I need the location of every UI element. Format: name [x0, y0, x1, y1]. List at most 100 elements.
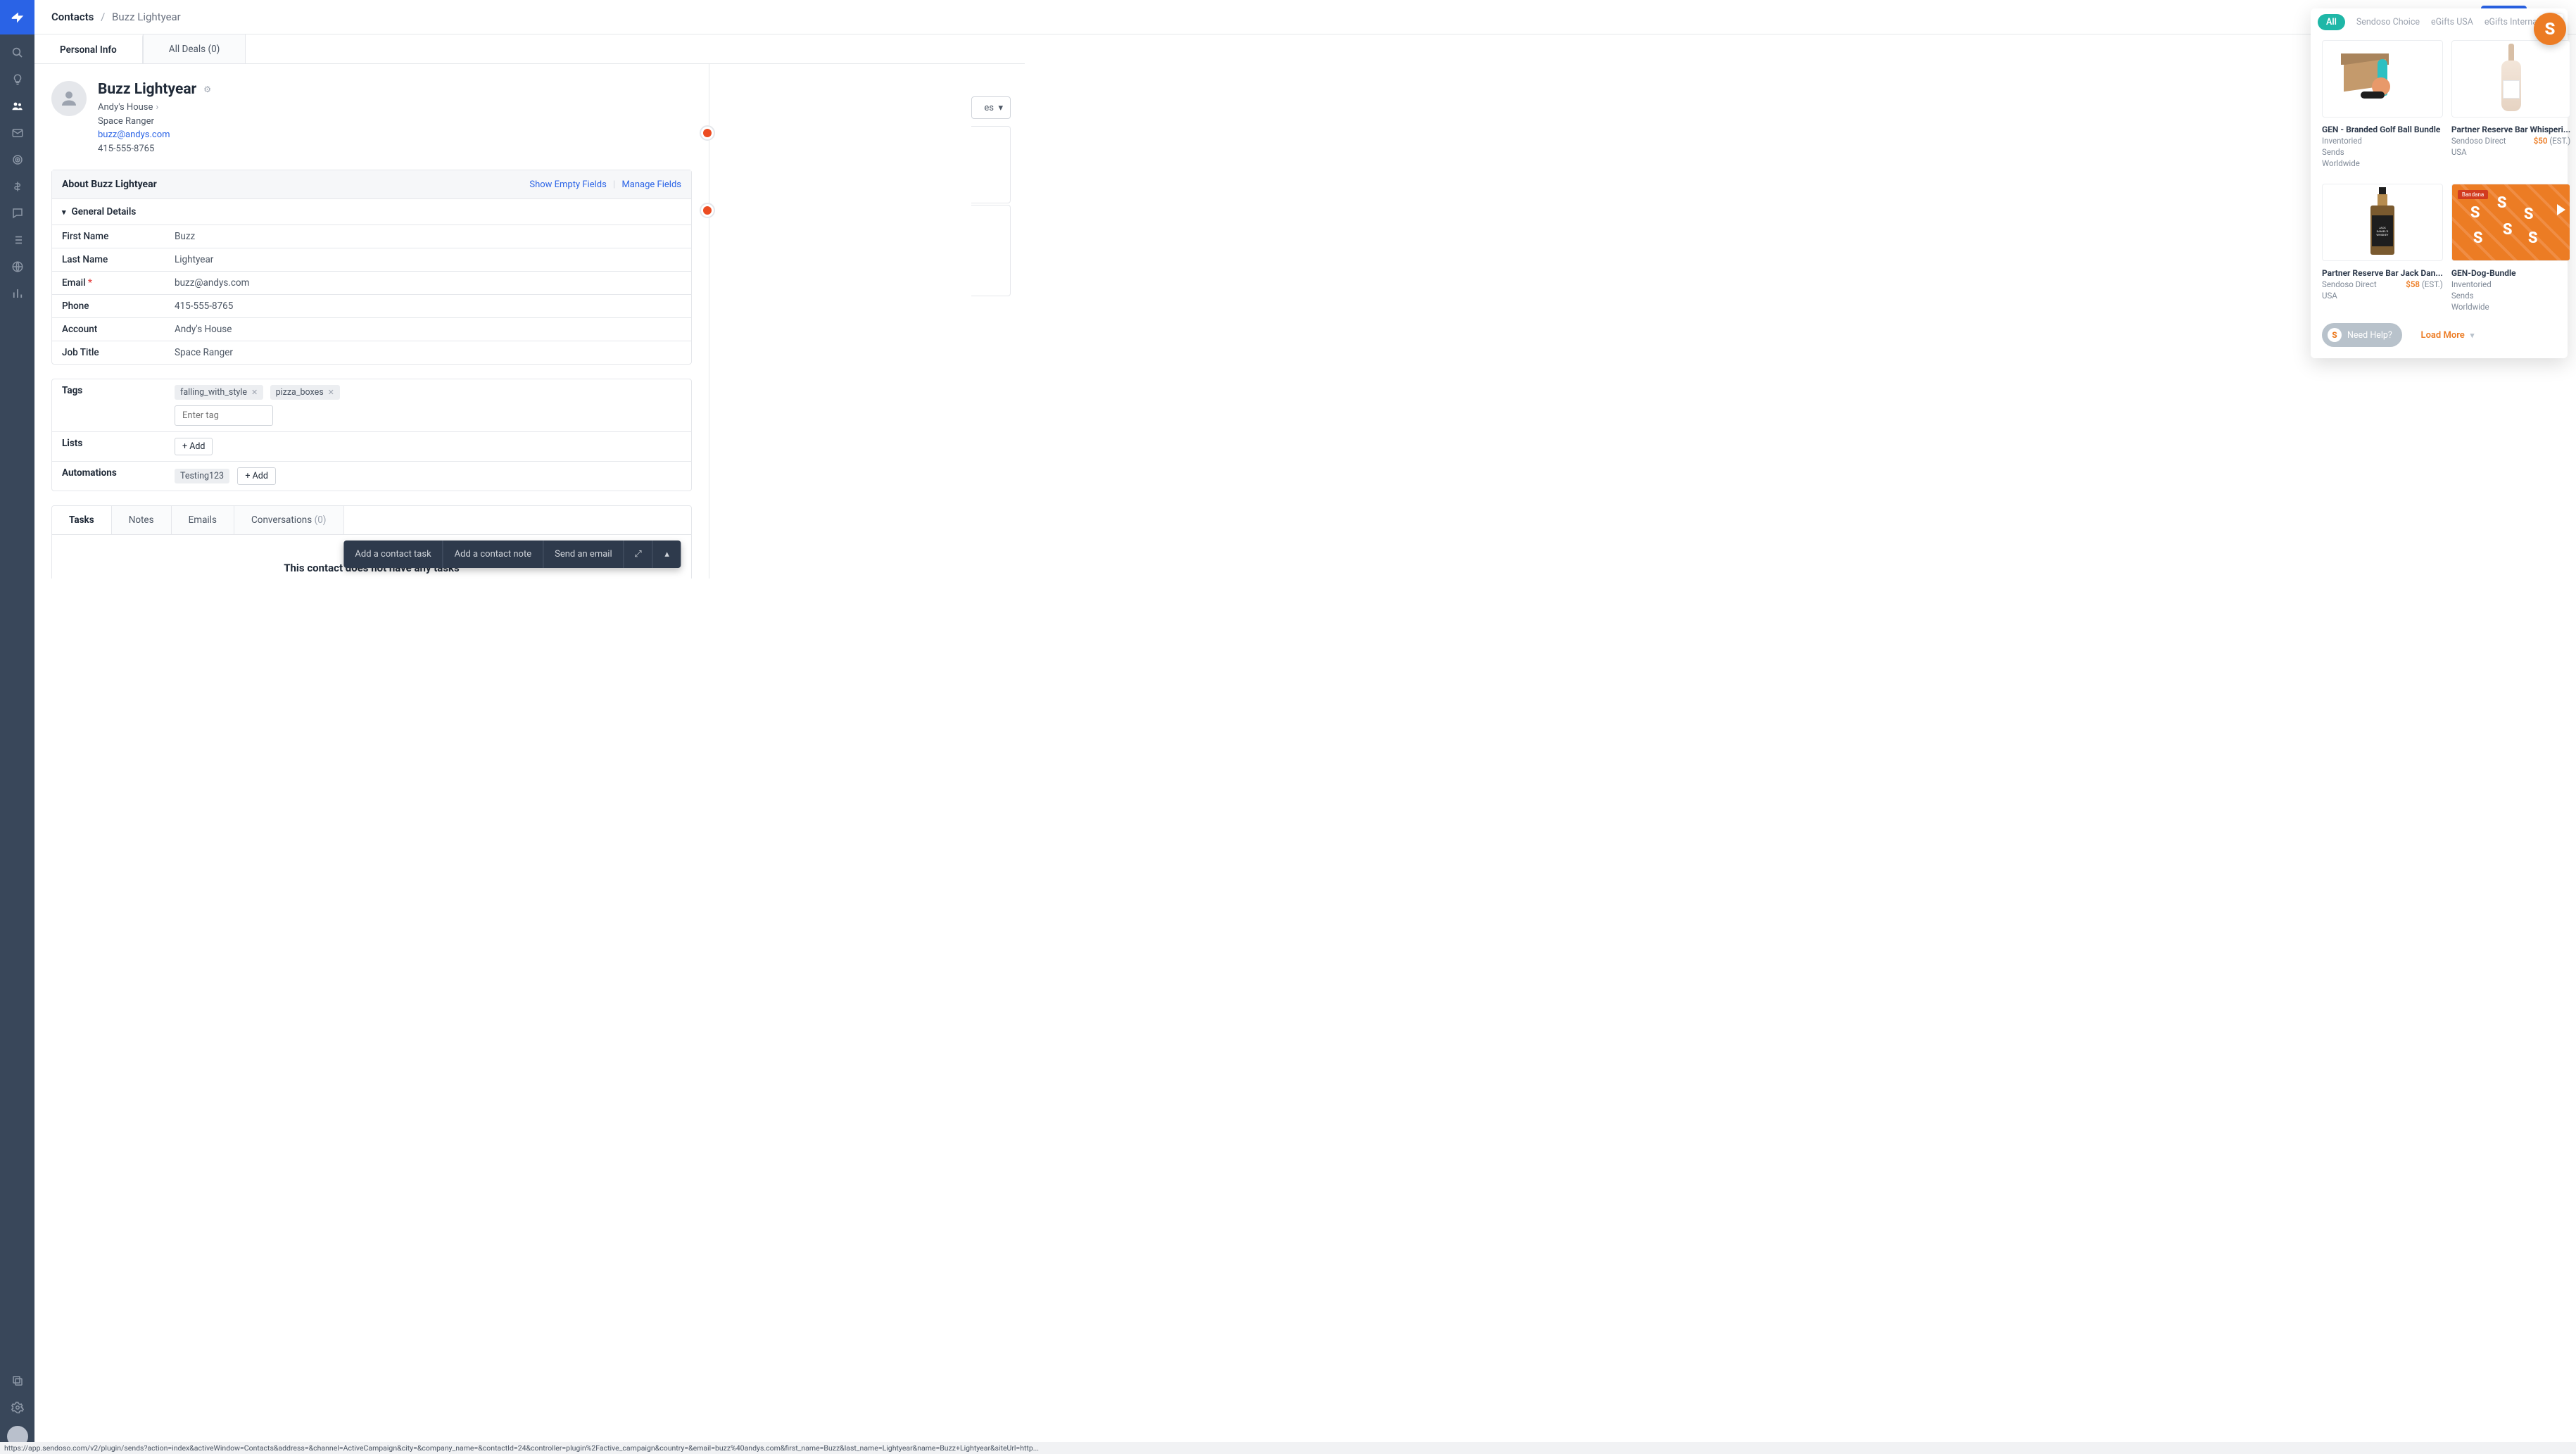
product-source: Sendoso Direct	[2451, 136, 2506, 146]
email-value[interactable]: buzz@andys.com	[165, 272, 691, 294]
product-card[interactable]: GEN - Branded Golf Ball Bundle Inventori…	[2322, 40, 2443, 168]
product-meta: Worldwide	[2322, 158, 2443, 168]
breadcrumb: Contacts / Buzz Lightyear	[51, 11, 181, 23]
contact-avatar[interactable]	[51, 81, 87, 116]
account-value[interactable]: Andy's House	[165, 318, 691, 341]
product-image: BandanaSSSSSS	[2451, 184, 2570, 261]
automations-label: Automations	[52, 462, 165, 491]
product-title: GEN-Dog-Bundle	[2451, 268, 2570, 278]
add-automation-button[interactable]: + Add	[237, 467, 275, 485]
tab-all-deals[interactable]: All Deals (0)	[143, 34, 246, 63]
tag-input[interactable]	[175, 405, 273, 426]
tab-notes[interactable]: Notes	[112, 506, 172, 534]
add-note-button[interactable]: Add a contact note	[443, 540, 543, 568]
first-name-label: First Name	[52, 225, 165, 248]
chevron-right-icon: ›	[156, 102, 158, 113]
record-tabs: Personal Info All Deals (0)	[34, 34, 1025, 64]
globe-icon[interactable]	[9, 258, 26, 275]
link-divider: |	[613, 179, 615, 190]
timeline-marker-icon[interactable]	[700, 125, 715, 141]
chevron-down-icon: ▾	[62, 208, 66, 217]
about-card: About Buzz Lightyear Show Empty Fields |…	[51, 170, 692, 365]
contacts-icon[interactable]	[9, 98, 26, 115]
product-price: $58	[2406, 279, 2420, 289]
copy-icon[interactable]	[9, 1372, 26, 1389]
product-title: Partner Reserve Bar Whisperi...	[2451, 125, 2570, 134]
side-panel-box	[971, 205, 1011, 296]
tag-chip[interactable]: pizza_boxes✕	[270, 385, 340, 400]
dock-expand-icon[interactable]: ⤢	[624, 540, 652, 568]
actions-dock: Add a contact task Add a contact note Se…	[343, 540, 681, 568]
general-details-toggle[interactable]: ▾ General Details	[52, 199, 691, 225]
first-name-value[interactable]: Buzz	[165, 225, 691, 248]
tab-tasks[interactable]: Tasks	[52, 506, 112, 534]
chevron-down-icon: ▾	[2470, 331, 2475, 340]
product-meta: Sends	[2451, 291, 2570, 301]
sendoso-tab-choice[interactable]: Sendoso Choice	[2356, 17, 2420, 27]
side-dropdown[interactable]: es ▾	[971, 96, 1011, 119]
breadcrumb-root[interactable]: Contacts	[51, 11, 94, 23]
lightbulb-icon[interactable]	[9, 71, 26, 88]
mail-icon[interactable]	[9, 125, 26, 141]
dock-collapse-icon[interactable]: ▴	[653, 540, 681, 568]
contact-settings-icon[interactable]: ⚙	[203, 84, 211, 94]
add-list-button[interactable]: + Add	[175, 438, 213, 455]
search-icon[interactable]	[9, 44, 26, 61]
contact-side-column: es ▾	[709, 64, 1025, 579]
product-source: Inventoried	[2322, 136, 2362, 146]
product-card[interactable]: JACKDANIEL'SWHISKEY Partner Reserve Bar …	[2322, 184, 2443, 312]
tags-value: falling_with_style✕ pizza_boxes✕	[165, 379, 691, 431]
contact-name: Buzz Lightyear	[98, 81, 196, 98]
sendoso-launcher-icon[interactable]: S	[2534, 13, 2566, 45]
contact-role: Space Ranger	[98, 115, 211, 129]
product-source: Sendoso Direct	[2322, 279, 2377, 289]
contact-email-link[interactable]: buzz@andys.com	[98, 129, 170, 140]
settings-icon[interactable]	[9, 1399, 26, 1416]
product-card[interactable]: BandanaSSSSSS GEN-Dog-Bundle Inventoried…	[2451, 184, 2570, 312]
product-meta: Worldwide	[2451, 302, 2570, 312]
breadcrumb-current: Buzz Lightyear	[112, 11, 181, 23]
manage-fields-link[interactable]: Manage Fields	[621, 179, 681, 190]
contact-org[interactable]: Andy's House	[98, 102, 153, 113]
tab-personal-info[interactable]: Personal Info	[34, 34, 143, 63]
last-name-value[interactable]: Lightyear	[165, 248, 691, 271]
timeline-marker-icon[interactable]	[700, 203, 715, 218]
add-task-button[interactable]: Add a contact task	[343, 540, 442, 568]
phone-label: Phone	[52, 295, 165, 317]
product-image	[2451, 40, 2570, 118]
product-title: GEN - Branded Golf Ball Bundle	[2322, 125, 2443, 134]
job-title-value[interactable]: Space Ranger	[165, 341, 691, 364]
product-title: Partner Reserve Bar Jack Dan...	[2322, 268, 2443, 278]
sendoso-category-tabs: All Sendoso Choice eGifts USA eGifts Int…	[2311, 8, 2568, 40]
chat-icon[interactable]	[9, 205, 26, 222]
tab-conversations[interactable]: Conversations (0)	[234, 506, 344, 534]
last-name-label: Last Name	[52, 248, 165, 271]
target-icon[interactable]	[9, 151, 26, 168]
tab-emails[interactable]: Emails	[172, 506, 234, 534]
product-image: JACKDANIEL'SWHISKEY	[2322, 184, 2443, 261]
lists-label: Lists	[52, 432, 165, 461]
reports-icon[interactable]	[9, 285, 26, 302]
tag-chip[interactable]: falling_with_style✕	[175, 385, 263, 400]
app-logo[interactable]	[0, 0, 34, 34]
sendoso-tab-all[interactable]: All	[2318, 14, 2345, 30]
general-details-label: General Details	[72, 206, 137, 217]
show-empty-fields-link[interactable]: Show Empty Fields	[529, 179, 606, 190]
product-image	[2322, 40, 2443, 118]
sendoso-tab-egifts-usa[interactable]: eGifts USA	[2431, 17, 2473, 27]
remove-tag-icon[interactable]: ✕	[328, 388, 334, 397]
list-icon[interactable]	[9, 232, 26, 248]
topbar: Contacts / Buzz Lightyear	[34, 0, 2576, 34]
account-label: Account	[52, 318, 165, 341]
product-price: $50	[2534, 136, 2548, 146]
deals-icon[interactable]	[9, 178, 26, 195]
phone-value[interactable]: 415-555-8765	[165, 295, 691, 317]
automation-chip[interactable]: Testing123	[175, 469, 229, 483]
product-card[interactable]: Partner Reserve Bar Whisperi... Sendoso …	[2451, 40, 2570, 168]
remove-tag-icon[interactable]: ✕	[251, 388, 258, 397]
job-title-label: Job Title	[52, 341, 165, 364]
breadcrumb-separator: /	[101, 11, 105, 23]
need-help-button[interactable]: S Need Help?	[2322, 323, 2402, 347]
send-email-button[interactable]: Send an email	[543, 540, 624, 568]
load-more-button[interactable]: Load More▾	[2421, 330, 2475, 341]
